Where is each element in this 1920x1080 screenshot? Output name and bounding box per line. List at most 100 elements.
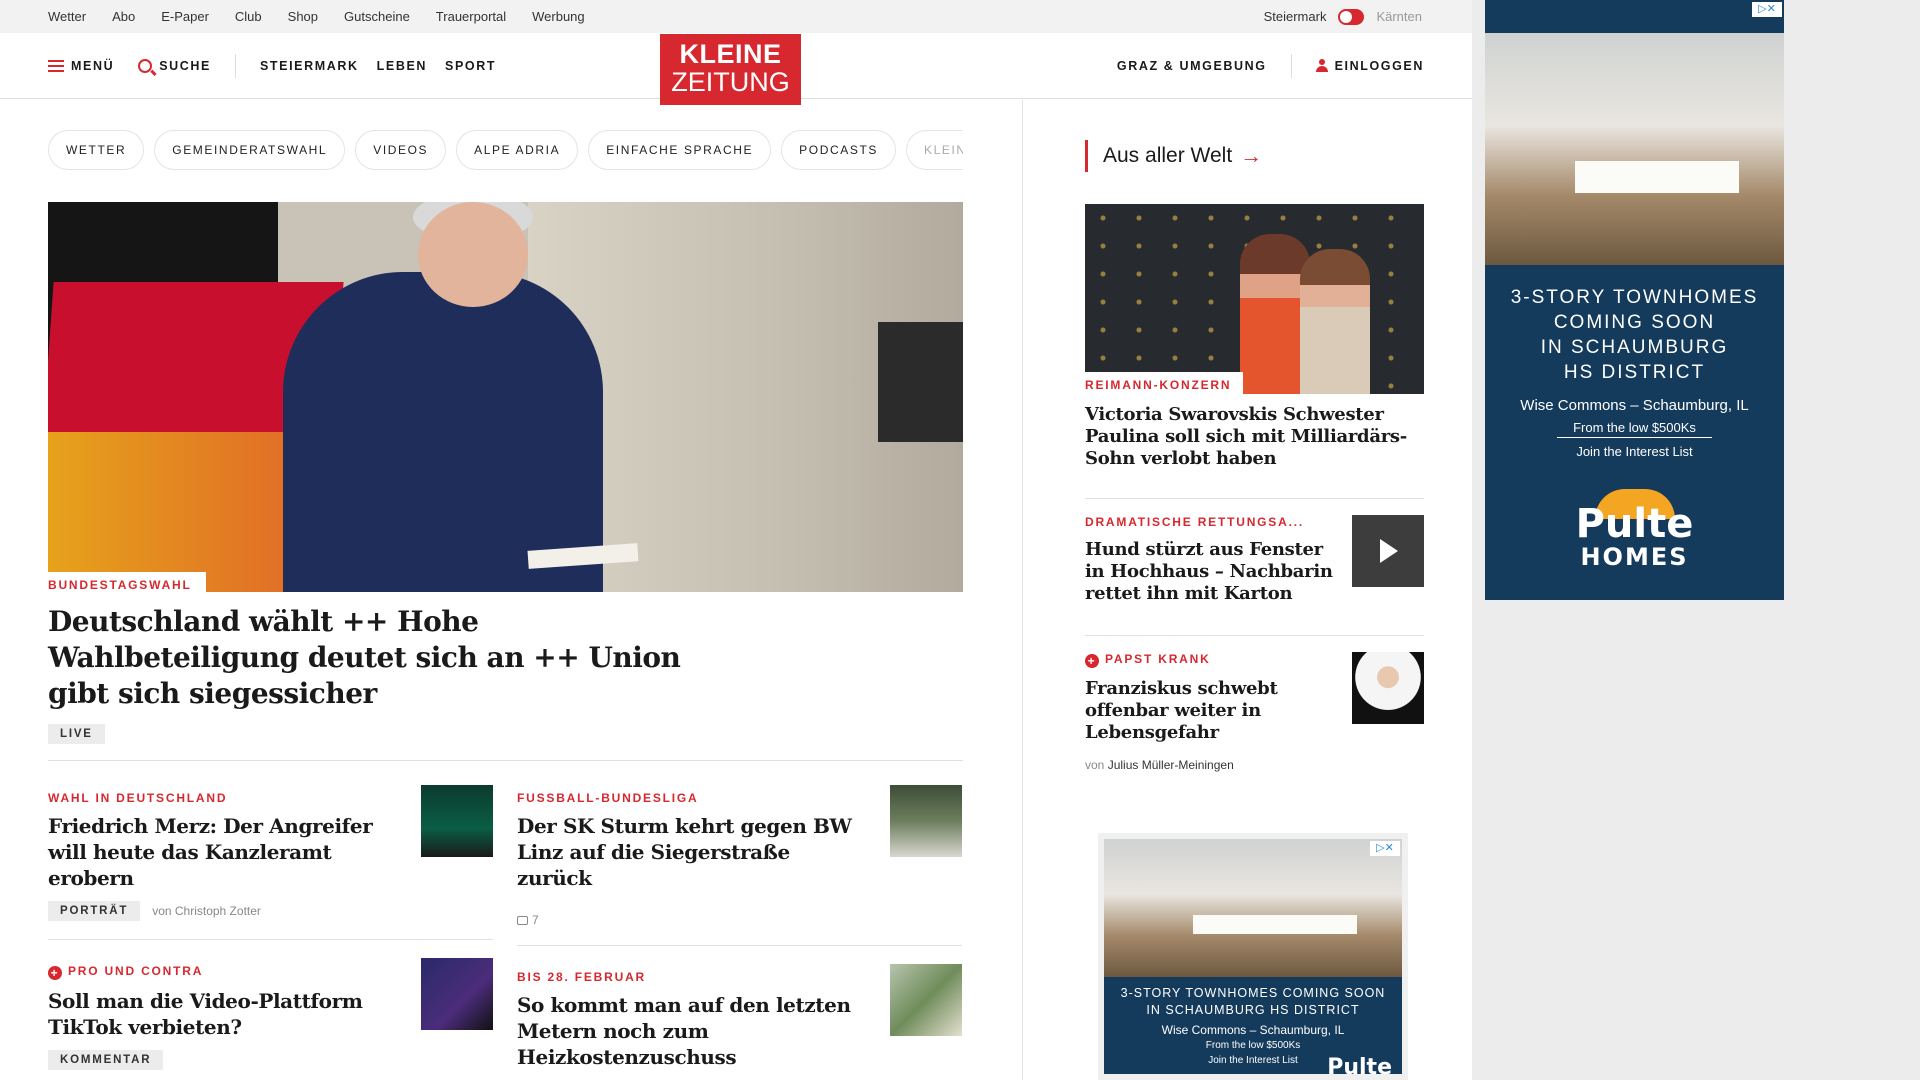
article-column-right: FUSSBALL-BUNDESLIGA Der SK Sturm kehrt g… <box>517 785 962 1080</box>
region-active-label[interactable]: Steiermark <box>1264 9 1327 24</box>
article-card[interactable]: FUSSBALL-BUNDESLIGA Der SK Sturm kehrt g… <box>517 785 962 946</box>
link-werbung[interactable]: Werbung <box>532 9 585 24</box>
ad-location: Wise Commons – Schaumburg, IL <box>1520 397 1749 414</box>
menu-button[interactable]: MENÜ <box>48 59 114 73</box>
article-thumbnail[interactable] <box>421 785 493 857</box>
ad-headline-line-3: IN SCHAUMBURG <box>1540 337 1729 358</box>
header-nav-left: MENÜ SUCHE STEIERMARK LEBEN SPORT <box>48 53 496 78</box>
sidebar-ad[interactable]: ▷✕ 3-STORY TOWNHOMES COMING SOON IN SCHA… <box>1098 833 1408 1080</box>
article-title[interactable]: Der SK Sturm kehrt gegen BW Linz auf die… <box>517 813 867 891</box>
logo-line-1: KLEINE <box>679 39 782 69</box>
article-column-left: WAHL IN DEUTSCHLAND Friedrich Merz: Der … <box>48 785 493 1080</box>
search-button[interactable]: SUCHE <box>138 58 211 73</box>
site-logo[interactable]: KLEINE ZEITUNG <box>660 34 801 105</box>
article-title[interactable]: So kommt man auf den letzten Metern noch… <box>517 992 867 1070</box>
ad-headline-line-2: COMING SOON <box>1553 312 1716 333</box>
article-title[interactable]: Hund stürzt aus Fenster in Hochhaus – Na… <box>1085 539 1335 605</box>
section-title: Aus aller Welt <box>1103 144 1233 167</box>
comment-count-value: 7 <box>532 913 539 927</box>
menu-label: MENÜ <box>71 58 115 73</box>
article-title[interactable]: Soll man die Video-Plattform TikTok verb… <box>48 988 398 1040</box>
article-kicker: DRAMATISCHE RETTUNGSA... <box>1085 515 1304 529</box>
ad-small-headline: 3-STORY TOWNHOMES COMING SOON IN SCHAUMB… <box>1120 986 1386 1017</box>
article-thumbnail[interactable] <box>421 958 493 1030</box>
article-kicker: WAHL IN DEUTSCHLAND <box>48 791 228 805</box>
article-thumbnail[interactable] <box>1352 652 1424 724</box>
sidebar-article[interactable]: + PAPST KRANK Franziskus schwebt offenbar… <box>1085 652 1424 772</box>
link-trauerportal[interactable]: Trauerportal <box>436 9 506 24</box>
article-author: von Julius Müller-Meiningen <box>1085 758 1335 772</box>
article-title[interactable]: Friedrich Merz: Der Angreifer will heute… <box>48 813 398 891</box>
article-card[interactable]: WAHL IN DEUTSCHLAND Friedrich Merz: Der … <box>48 785 493 940</box>
hero-image[interactable]: BUNDESTAGSWAHL <box>48 202 963 592</box>
chip-gemeinderatswahl[interactable]: GEMEINDERATSWAHL <box>154 130 346 170</box>
main-content: WETTER GEMEINDERATSWAHL VIDEOS ALPE ADRI… <box>48 100 963 1080</box>
chip-podcasts[interactable]: PODCASTS <box>781 130 896 170</box>
article-card[interactable]: BIS 28. FEBRUAR So kommt man auf den let… <box>517 964 962 1080</box>
region-link[interactable]: GRAZ & UMGEBUNG <box>1117 59 1267 73</box>
main-header: MENÜ SUCHE STEIERMARK LEBEN SPORT KLEINE… <box>0 33 1472 105</box>
author-prefix: von <box>1085 758 1105 772</box>
hamburger-icon <box>48 59 64 72</box>
article-badge: KOMMENTAR <box>48 1050 164 1070</box>
chip-kleine[interactable]: KLEINE <box>905 130 963 170</box>
region-switch: Steiermark Kärnten <box>1264 8 1422 25</box>
ad-cta[interactable]: Join the Interest List <box>1485 444 1784 459</box>
article-thumbnail[interactable] <box>890 785 962 857</box>
user-icon <box>1315 59 1328 72</box>
ad-image <box>1485 33 1784 265</box>
skyscraper-ad[interactable]: ▷✕ 3-STORY TOWNHOMES COMING SOON IN SCHA… <box>1485 0 1784 600</box>
link-abo[interactable]: Abo <box>112 9 135 24</box>
article-kicker-text: PAPST KRANK <box>1105 652 1211 666</box>
article-meta: PORTRÄT von Christoph Zotter <box>48 901 398 921</box>
news-page: Wetter Abo E-Paper Club Shop Gutscheine … <box>0 0 1472 1080</box>
nav-steiermark[interactable]: STEIERMARK <box>260 59 359 73</box>
chip-videos[interactable]: VIDEOS <box>355 130 447 170</box>
sidebar-article[interactable]: DRAMATISCHE RETTUNGSA... Hund stürzt aus… <box>1085 515 1424 605</box>
sidebar-lead-image[interactable]: REIMANN-KONZERN <box>1085 204 1424 394</box>
sidebar-divider <box>1085 498 1424 499</box>
link-shop[interactable]: Shop <box>288 9 318 24</box>
logo-line-2: ZEITUNG <box>671 67 790 97</box>
section-header[interactable]: Aus aller Welt → <box>1085 140 1424 172</box>
region-toggle[interactable] <box>1338 8 1365 25</box>
sidebar-lead-article[interactable]: REIMANN-KONZERN Victoria Swarovskis Schw… <box>1085 204 1424 470</box>
author-name[interactable]: Julius Müller-Meiningen <box>1108 758 1234 772</box>
comment-icon <box>517 916 528 925</box>
region-inactive-label[interactable]: Kärnten <box>1376 9 1422 24</box>
hero-article[interactable]: BUNDESTAGSWAHL Deutschland wählt ++ Hohe… <box>48 202 963 744</box>
arrow-right-icon: → <box>1240 143 1263 168</box>
plus-icon: + <box>48 966 62 980</box>
topic-chips: WETTER GEMEINDERATSWAHL VIDEOS ALPE ADRI… <box>48 130 963 170</box>
nav-sport[interactable]: SPORT <box>445 59 496 73</box>
article-thumbnail[interactable] <box>890 964 962 1036</box>
article-title[interactable]: Franziskus schwebt offenbar weiter in Le… <box>1085 678 1335 744</box>
comment-count[interactable]: 7 <box>517 913 539 927</box>
chip-alpe-adria[interactable]: ALPE ADRIA <box>456 130 579 170</box>
column-divider <box>1022 100 1023 1080</box>
link-club[interactable]: Club <box>235 9 262 24</box>
nav-leben[interactable]: LEBEN <box>377 59 427 73</box>
video-play-icon[interactable] <box>1352 515 1424 587</box>
sidebar-divider <box>1085 635 1424 636</box>
article-kicker: BIS 28. FEBRUAR <box>517 970 647 984</box>
article-card[interactable]: + PRO UND CONTRA Soll man die Video-Platt… <box>48 958 493 1080</box>
link-gutscheine[interactable]: Gutscheine <box>344 9 410 24</box>
ad-small-location: Wise Commons – Schaumburg, IL <box>1161 1023 1345 1037</box>
search-label: SUCHE <box>159 58 211 73</box>
link-wetter[interactable]: Wetter <box>48 9 86 24</box>
login-button[interactable]: EINLOGGEN <box>1335 59 1424 73</box>
link-epaper[interactable]: E-Paper <box>161 9 209 24</box>
chip-einfache-sprache[interactable]: EINFACHE SPRACHE <box>588 130 772 170</box>
article-kicker: + PAPST KRANK <box>1085 652 1335 668</box>
ad-close-icon[interactable]: ▷✕ <box>1752 2 1782 17</box>
article-author: von Christoph Zotter <box>152 904 261 918</box>
article-title[interactable]: Victoria Swarovskis Schwester Paulina so… <box>1085 404 1424 470</box>
article-kicker: + PRO UND CONTRA <box>48 964 398 980</box>
ad-price: From the low $500Ks <box>1557 420 1712 438</box>
chip-wetter[interactable]: WETTER <box>48 130 145 170</box>
ad-headline-line-1: 3-STORY TOWNHOMES <box>1510 287 1759 308</box>
hero-title[interactable]: Deutschland wählt ++ Hohe Wahlbeteiligun… <box>48 604 728 712</box>
ad-headline-line-4: HS DISTRICT <box>1563 362 1706 383</box>
ad-close-icon[interactable]: ▷✕ <box>1370 841 1400 856</box>
